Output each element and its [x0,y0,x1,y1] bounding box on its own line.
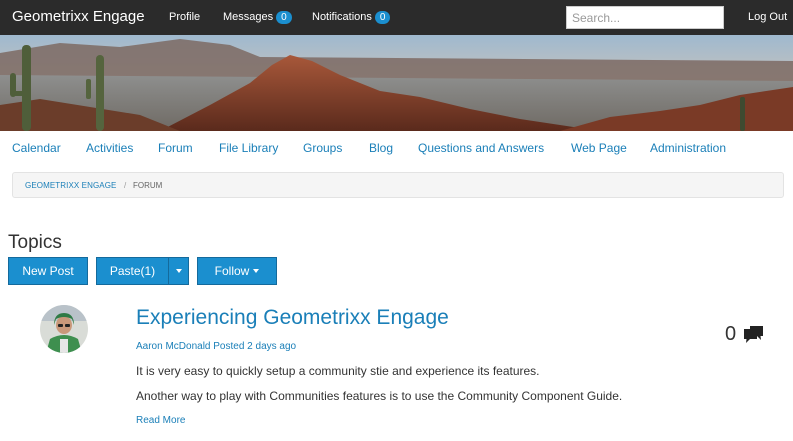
paste-label: Paste(1) [109,264,156,278]
user-avatar-image [40,305,88,353]
subnav-activities[interactable]: Activities [86,141,133,155]
breadcrumb-current: FORUM [133,181,163,190]
notifications-link[interactable]: Notifications 0 [312,11,391,24]
paste-dropdown-toggle[interactable] [168,257,189,285]
subnav-web-page[interactable]: Web Page [571,141,627,155]
desert-mountain-image [0,35,793,131]
notifications-count-badge: 0 [374,11,391,24]
notifications-label: Notifications [312,11,372,23]
logout-link[interactable]: Log Out [748,11,787,23]
subnav-blog[interactable]: Blog [369,141,393,155]
comment-icon[interactable] [741,324,765,351]
brand-title[interactable]: Geometrixx Engage [12,8,145,25]
comment-icon-svg [744,326,763,343]
subnav-file-library[interactable]: File Library [219,141,278,155]
subnav-groups[interactable]: Groups [303,141,342,155]
post-body-line-1: It is very easy to quickly setup a commu… [136,364,540,378]
new-post-label: New Post [22,264,74,278]
avatar[interactable] [40,305,88,353]
top-navbar: Geometrixx Engage Profile Messages 0 Noti… [0,0,793,35]
messages-count-badge: 0 [276,11,292,24]
post-title[interactable]: Experiencing Geometrixx Engage [136,306,449,330]
subnav-administration[interactable]: Administration [650,141,726,155]
chevron-down-icon [253,269,260,273]
page-title: Topics [8,232,62,253]
profile-link[interactable]: Profile [169,11,200,23]
chevron-down-icon [175,269,182,273]
hero-banner [0,35,793,131]
messages-link[interactable]: Messages 0 [223,11,292,24]
breadcrumb-separator: / [124,181,127,190]
subnav-calendar[interactable]: Calendar [12,141,61,155]
follow-label: Follow [214,264,250,278]
messages-label: Messages [223,11,274,23]
subnav-questions-answers[interactable]: Questions and Answers [418,141,544,155]
post-meta[interactable]: Aaron McDonald Posted 2 days ago [136,341,296,352]
read-more-link[interactable]: Read More [136,415,185,426]
breadcrumb: GEOMETRIXX ENGAGE / FORUM [12,172,784,198]
breadcrumb-home-link[interactable]: GEOMETRIXX ENGAGE [25,181,117,190]
subnav-forum[interactable]: Forum [158,141,193,155]
search-input[interactable] [566,6,724,29]
post-body-line-2: Another way to play with Communities fea… [136,389,623,403]
reply-count: 0 [725,323,737,345]
follow-button[interactable]: Follow [197,257,277,285]
paste-button[interactable]: Paste(1) [96,257,169,285]
new-post-button[interactable]: New Post [8,257,88,285]
